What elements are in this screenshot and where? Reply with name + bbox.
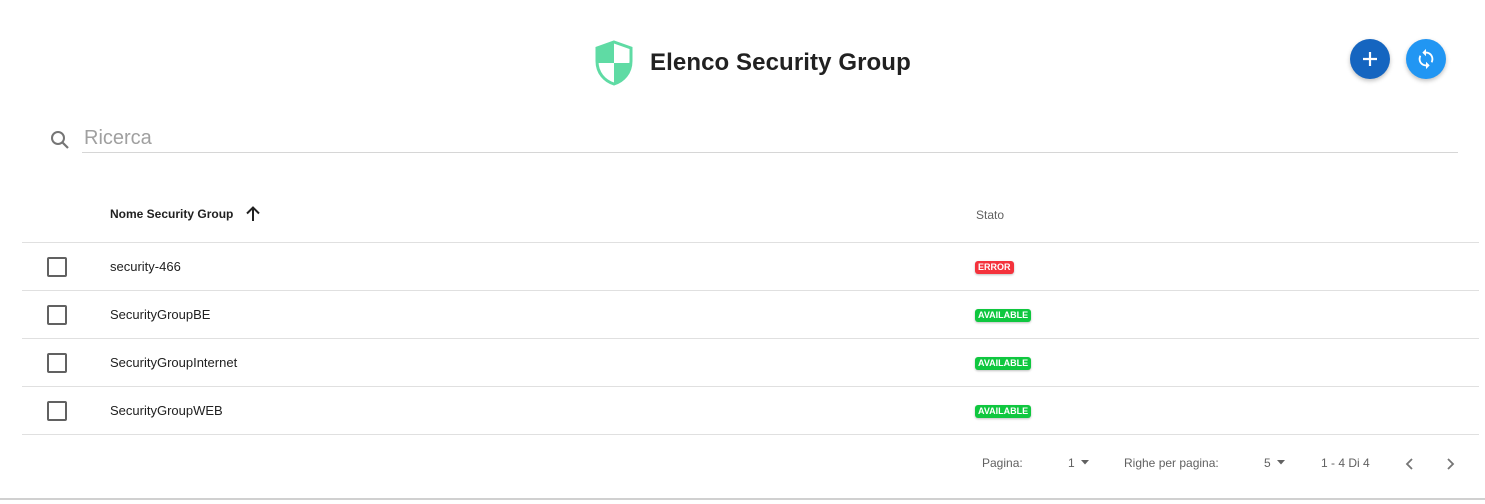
row-checkbox[interactable] (47, 305, 67, 325)
status-badge: ERROR (975, 261, 1014, 274)
table-row[interactable]: SecurityGroupBE AVAILABLE (22, 291, 1479, 339)
page-select[interactable]: 1 (1068, 454, 1091, 470)
search-input[interactable] (82, 124, 1458, 153)
page-range: 1 - 4 Di 4 (1321, 456, 1370, 470)
row-checkbox[interactable] (47, 401, 67, 421)
column-header-name-label: Nome Security Group (110, 207, 234, 221)
security-group-name: security-466 (110, 259, 181, 274)
bottom-divider (0, 498, 1485, 500)
page-title: Elenco Security Group (650, 49, 911, 76)
security-group-name: SecurityGroupBE (110, 307, 211, 322)
status-badge: AVAILABLE (975, 405, 1032, 418)
security-group-name: SecurityGroupWEB (110, 403, 223, 418)
caret-down-icon (1080, 460, 1089, 465)
search-icon (51, 131, 69, 149)
pagination-bar: Pagina: 1 Righe per pagina: 5 1 - 4 Di 4 (0, 454, 1485, 474)
arrow-up-icon[interactable] (243, 204, 263, 224)
next-page-button[interactable] (1438, 452, 1462, 476)
table-header: Nome Security Group Stato (22, 190, 1479, 243)
column-header-status[interactable]: Stato (976, 208, 1004, 222)
add-button[interactable] (1350, 39, 1390, 79)
page-label: Pagina: (982, 456, 1023, 470)
refresh-button[interactable] (1406, 39, 1446, 79)
rows-per-page-select[interactable]: 5 (1264, 454, 1287, 470)
row-checkbox[interactable] (47, 353, 67, 373)
page-select-value: 1 (1068, 456, 1075, 470)
row-checkbox[interactable] (47, 257, 67, 277)
status-badge: AVAILABLE (975, 357, 1032, 370)
previous-page-button[interactable] (1398, 452, 1422, 476)
title-group: Elenco Security Group (594, 40, 911, 86)
column-header-name[interactable]: Nome Security Group (110, 204, 263, 224)
sync-icon (1418, 48, 1434, 70)
security-group-table: Nome Security Group Stato security-466 E… (22, 190, 1479, 435)
plus-icon (1363, 52, 1377, 66)
caret-down-icon (1276, 460, 1285, 465)
page-header: Elenco Security Group (0, 0, 1485, 120)
rows-per-page-label: Righe per pagina: (1124, 456, 1219, 470)
security-group-name: SecurityGroupInternet (110, 355, 238, 370)
chevron-right-icon (1447, 458, 1455, 470)
rows-per-page-value: 5 (1264, 456, 1271, 470)
chevron-left-icon (1405, 458, 1413, 470)
status-badge: AVAILABLE (975, 309, 1032, 322)
table-row[interactable]: security-466 ERROR (22, 243, 1479, 291)
table-row[interactable]: SecurityGroupWEB AVAILABLE (22, 387, 1479, 435)
table-row[interactable]: SecurityGroupInternet AVAILABLE (22, 339, 1479, 387)
shield-icon (595, 40, 633, 86)
